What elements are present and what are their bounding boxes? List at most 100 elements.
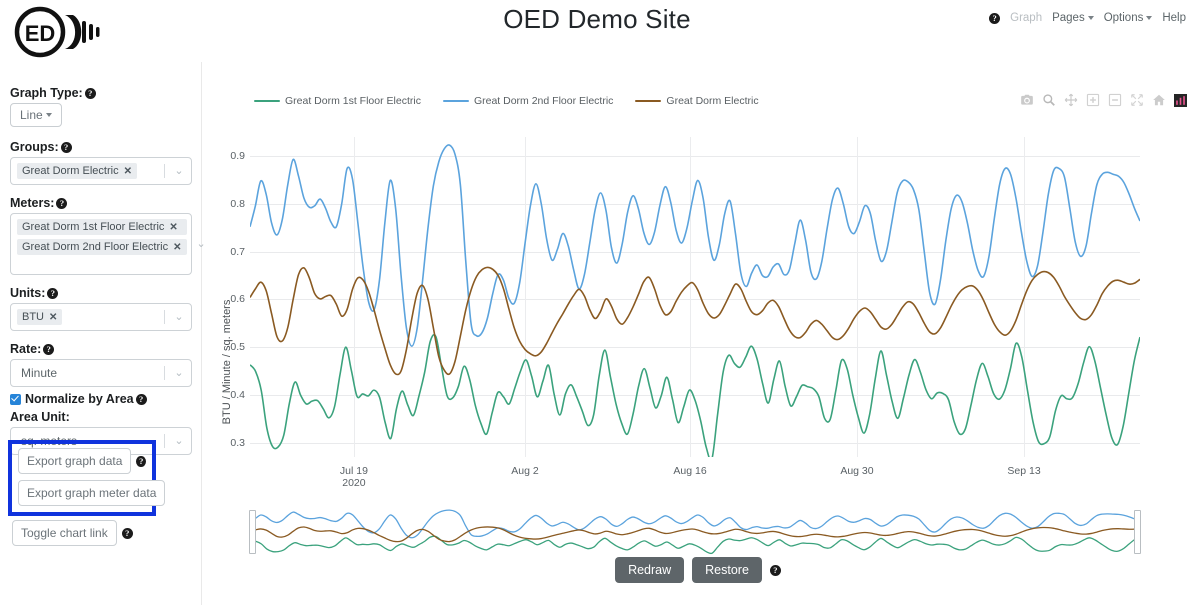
toggle-chart-link-button[interactable]: Toggle chart link (12, 520, 117, 546)
restore-button[interactable]: Restore (692, 557, 762, 583)
chevron-down-icon[interactable]: ⌄ (171, 165, 187, 177)
units-help-icon[interactable]: ? (47, 287, 59, 299)
zoom-out-icon[interactable] (1108, 93, 1122, 107)
toggle-chart-link-help-icon[interactable]: ? (121, 527, 133, 539)
reset-axes-home-icon[interactable] (1152, 93, 1166, 107)
groups-help-icon[interactable]: ? (60, 141, 72, 153)
groups-label: Groups: ? (10, 140, 191, 154)
series-layer (250, 144, 1140, 457)
range-slider-series (250, 509, 1140, 539)
series-line[interactable] (250, 333, 1140, 457)
app-root: ED OED Demo Site ? Graph Pages Options H… (0, 0, 1194, 605)
meters-chip-list: Great Dorm 1st Floor Electric ✕ Great Do… (15, 217, 189, 257)
graph-type-dropdown[interactable]: Line (10, 103, 62, 127)
x-axis-tick: Aug 2 (511, 465, 539, 477)
redraw-button[interactable]: Redraw (615, 557, 685, 583)
export-graph-data-help-icon[interactable]: ? (136, 455, 146, 467)
legend-item[interactable]: Great Dorm Electric (635, 95, 759, 107)
pan-icon[interactable] (1064, 93, 1078, 107)
header: ED OED Demo Site ? Graph Pages Options H… (0, 0, 1194, 62)
zoom-in-icon[interactable] (1086, 93, 1100, 107)
y-axis-tick: 0.9 (230, 150, 245, 163)
nav-item-options[interactable]: Options (1104, 12, 1153, 24)
export-graph-data-button[interactable]: Export graph data (18, 448, 132, 474)
rate-label: Rate: ? (10, 342, 191, 356)
y-axis-tick: 0.4 (230, 388, 245, 401)
rate-label-text: Rate: (10, 342, 42, 356)
series-line[interactable] (250, 144, 1140, 347)
rate-select[interactable]: Minute ⌄ (10, 359, 192, 387)
nav-options-label: Options (1103, 12, 1144, 24)
legend-swatch (254, 99, 280, 103)
area-unit-label-text: Area Unit: (10, 410, 70, 424)
units-select[interactable]: BTU ✕ ⌄ (10, 303, 192, 331)
graph-type-label: Graph Type: ? (10, 86, 191, 100)
nav-pages-label: Pages (1052, 12, 1085, 24)
remove-chip-icon[interactable]: ✕ (49, 312, 57, 323)
range-slider-handle-left[interactable] (249, 510, 256, 554)
plot-canvas[interactable]: 0.3 0.4 0.5 0.6 0.7 0.8 0.9 Jul 19 2020 Aug 2 Aug … (230, 137, 1140, 489)
y-axis-tick: 0.6 (230, 293, 245, 306)
x-axis-tick: Aug 30 (840, 465, 874, 477)
zoom-icon[interactable] (1042, 93, 1056, 107)
toggle-chart-link-row: Toggle chart link ? (12, 520, 133, 546)
normalize-by-area-label: Normalize by Area ? (25, 392, 147, 406)
autoscale-icon[interactable] (1130, 93, 1144, 107)
normalize-by-area-checkbox[interactable] (10, 393, 21, 405)
chevron-down-icon[interactable]: ⌄ (171, 435, 187, 447)
rate-help-icon[interactable]: ? (43, 343, 55, 355)
remove-chip-icon[interactable]: ✕ (169, 222, 177, 233)
export-graph-meter-data-button[interactable]: Export graph meter data (18, 480, 166, 506)
remove-chip-icon[interactable]: ✕ (124, 166, 132, 177)
units-chip[interactable]: BTU ✕ (17, 309, 63, 325)
legend-swatch (635, 99, 662, 103)
meters-label: Meters: ? (10, 196, 191, 210)
groups-chip[interactable]: Great Dorm Electric ✕ (17, 163, 137, 179)
units-chip-list: BTU ✕ (15, 307, 162, 327)
groups-select[interactable]: Great Dorm Electric ✕ ⌄ (10, 157, 192, 185)
groups-chip-label: Great Dorm Electric (22, 165, 119, 177)
nav-item-graph[interactable]: Graph (1010, 12, 1042, 24)
chevron-down-icon[interactable]: ⌄ (171, 367, 187, 379)
legend-label: Great Dorm 1st Floor Electric (285, 95, 421, 107)
legend-item[interactable]: Great Dorm 1st Floor Electric (254, 95, 421, 107)
remove-chip-icon[interactable]: ✕ (173, 242, 181, 253)
rate-value: Minute (21, 366, 58, 380)
plotly-logo-icon[interactable] (1174, 93, 1187, 107)
help-question-icon[interactable]: ? (989, 12, 1001, 24)
chevron-down-icon (1087, 15, 1094, 20)
graph-type-help-icon[interactable]: ? (84, 87, 96, 99)
normalize-help-icon[interactable]: ? (135, 393, 147, 405)
y-axis-tick: 0.3 (230, 436, 245, 449)
units-chip-label: BTU (22, 311, 44, 323)
chart-actions-help-icon[interactable]: ? (769, 564, 781, 576)
x-axis-tick: Sep 13 (1007, 465, 1041, 477)
meters-chip-label: Great Dorm 2nd Floor Electric (22, 241, 169, 253)
chevron-down-icon[interactable]: ⌄ (171, 311, 187, 323)
graph-type-value: Line (20, 108, 43, 122)
normalize-by-area-row[interactable]: Normalize by Area ? (10, 392, 191, 406)
select-divider (164, 164, 165, 178)
y-axis-tick: 0.7 (230, 245, 245, 258)
camera-icon[interactable] (1020, 93, 1034, 107)
plotly-modebar (1020, 93, 1187, 107)
nav-item-help[interactable]: Help (1162, 12, 1186, 24)
graph-type-label-text: Graph Type: (10, 86, 83, 100)
groups-label-text: Groups: (10, 140, 59, 154)
y-axis-tick: 0.8 (230, 197, 245, 210)
meters-help-icon[interactable]: ? (56, 197, 68, 209)
range-slider-handle-right[interactable] (1134, 510, 1141, 554)
range-slider[interactable] (249, 502, 1141, 562)
legend-label: Great Dorm Electric (666, 95, 759, 107)
nav-item-pages[interactable]: Pages (1052, 12, 1094, 24)
chevron-down-icon (1146, 15, 1153, 20)
meters-select[interactable]: Great Dorm 1st Floor Electric ✕ Great Do… (10, 213, 206, 275)
legend-item[interactable]: Great Dorm 2nd Floor Electric (442, 95, 614, 107)
meters-chip[interactable]: Great Dorm 1st Floor Electric ✕ (17, 219, 187, 235)
series-line[interactable] (250, 266, 1140, 376)
area-unit-label: Area Unit: (10, 410, 191, 424)
legend-label: Great Dorm 2nd Floor Electric (473, 95, 614, 107)
meters-chip[interactable]: Great Dorm 2nd Floor Electric ✕ (17, 239, 187, 255)
legend-swatch (442, 99, 469, 103)
meters-chip-label: Great Dorm 1st Floor Electric (22, 221, 165, 233)
